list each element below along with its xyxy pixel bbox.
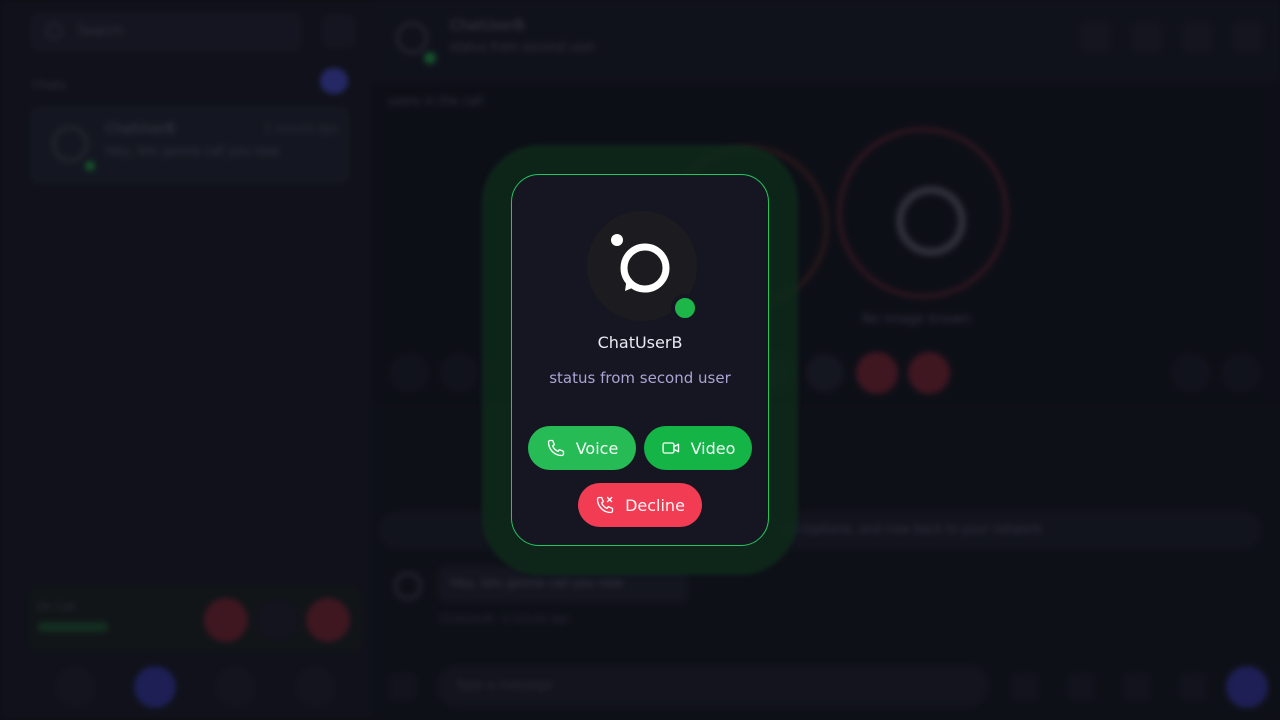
caller-name: ChatUserB bbox=[597, 333, 683, 352]
decline-button[interactable]: Decline bbox=[578, 483, 702, 527]
app: Search Chats ChatUserB 1 minute ago Hey,… bbox=[0, 0, 1280, 720]
voice-label: Voice bbox=[575, 438, 619, 458]
phone-icon bbox=[547, 439, 564, 457]
accept-video-button[interactable]: Video bbox=[644, 426, 752, 470]
phone-missed-icon bbox=[596, 496, 614, 514]
accept-voice-button[interactable]: Voice bbox=[528, 426, 636, 470]
incoming-call-dialog: ChatUserB status from second user Voice … bbox=[511, 174, 769, 546]
caller-status: status from second user bbox=[549, 369, 731, 387]
video-label: Video bbox=[690, 438, 736, 458]
decline-label: Decline bbox=[625, 495, 685, 515]
online-status-indicator bbox=[671, 294, 699, 322]
video-camera-icon bbox=[661, 442, 679, 454]
